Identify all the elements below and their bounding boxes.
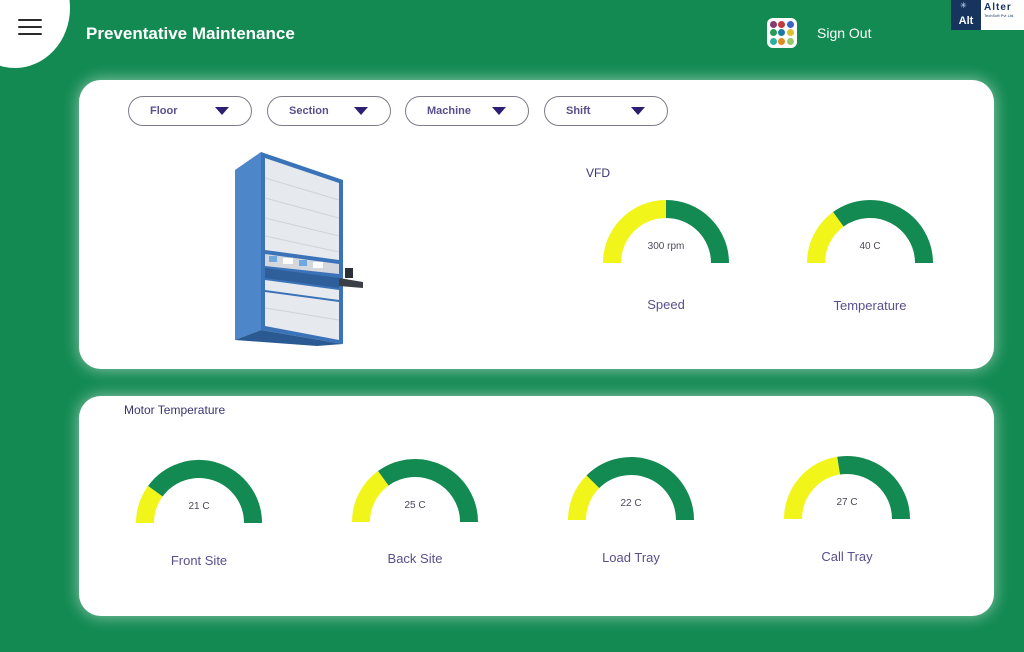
gauge-value: 22 C	[620, 498, 642, 509]
hamburger-line	[18, 19, 42, 21]
gauge-arc	[136, 460, 262, 524]
gauge-arc	[807, 200, 933, 264]
vfd-temperature-gauge: 40 C	[806, 197, 934, 267]
vfd-speed-gauge: 300 rpm	[602, 197, 730, 267]
gauge-arc	[603, 200, 729, 264]
gauge-track	[665, 200, 729, 264]
hamburger-menu-icon[interactable]	[18, 19, 42, 37]
motor-temperature-label: Motor Temperature	[124, 403, 226, 417]
gauge-value: 21 C	[188, 501, 210, 512]
motor-call-tray-gauge: 27 C	[783, 453, 911, 523]
vfd-card: Floor Section Machine Shift VFD 300 rpm …	[79, 80, 994, 369]
logo-name: Alter	[984, 2, 1012, 13]
hamburger-line	[18, 33, 42, 35]
section-filter-dropdown[interactable]: Section	[267, 96, 391, 126]
gauge-track	[837, 456, 910, 520]
apps-dot	[786, 21, 794, 28]
filter-label: Section	[289, 105, 329, 117]
sign-out-link[interactable]: Sign Out	[817, 25, 871, 41]
apps-dot	[770, 37, 777, 45]
gauge-track	[377, 459, 478, 523]
filter-label: Machine	[427, 105, 472, 117]
gauge-track	[586, 457, 694, 521]
apps-dot	[786, 37, 794, 45]
gauge-fill	[784, 456, 841, 520]
caret-down-icon	[492, 107, 506, 115]
logo-subtitle: TechSoft Pvt Ltd.	[984, 13, 1015, 18]
vfd-label: VFD	[586, 166, 610, 180]
company-logo: Alt Alter TechSoft Pvt Ltd.	[951, 0, 1024, 30]
apps-dot	[778, 37, 786, 45]
logo-mark: Alt	[951, 0, 981, 30]
gauge-value: 40 C	[859, 241, 881, 252]
apps-dot	[770, 29, 777, 37]
gauge-value: 300 rpm	[647, 241, 685, 252]
motor-temperature-card: Motor Temperature 21 C Front Site 25 C Back…	[79, 396, 994, 616]
motor-back-site-gauge: 25 C	[351, 456, 479, 526]
machine-filter-dropdown[interactable]: Machine	[405, 96, 529, 126]
apps-dot	[778, 21, 786, 28]
filter-label: Shift	[566, 105, 591, 117]
floor-filter-dropdown[interactable]: Floor	[128, 96, 252, 126]
caret-down-icon	[354, 107, 368, 115]
caret-down-icon	[631, 107, 645, 115]
gauge-title: Back Site	[387, 551, 443, 566]
gauge-track	[148, 460, 262, 524]
motor-front-site-gauge: 21 C	[135, 457, 263, 527]
gauge-track	[832, 200, 933, 264]
apps-dot	[786, 29, 794, 37]
hamburger-line	[18, 26, 42, 28]
gauge-title: Load Tray	[602, 550, 660, 565]
vertical-lift-machine-image	[235, 152, 363, 346]
gauge-title: Temperature	[833, 298, 907, 313]
gauge-title: Speed	[647, 297, 685, 312]
motor-load-tray-gauge: 22 C	[567, 454, 695, 524]
page-title: Preventative Maintenance	[86, 24, 295, 43]
gauge-title: Call Tray	[821, 549, 873, 564]
gauge-arc	[784, 456, 910, 520]
gauge-value: 27 C	[836, 497, 858, 508]
gauge-value: 25 C	[404, 500, 426, 511]
shift-filter-dropdown[interactable]: Shift	[544, 96, 668, 126]
filter-label: Floor	[150, 105, 178, 117]
gauge-arc	[352, 459, 478, 523]
gauge-arc	[568, 457, 694, 521]
apps-grid-icon[interactable]	[767, 18, 797, 48]
apps-dot	[778, 29, 786, 37]
gauge-title: Front Site	[170, 553, 228, 568]
caret-down-icon	[215, 107, 229, 115]
gauge-fill	[603, 200, 667, 264]
apps-dot	[770, 21, 777, 28]
